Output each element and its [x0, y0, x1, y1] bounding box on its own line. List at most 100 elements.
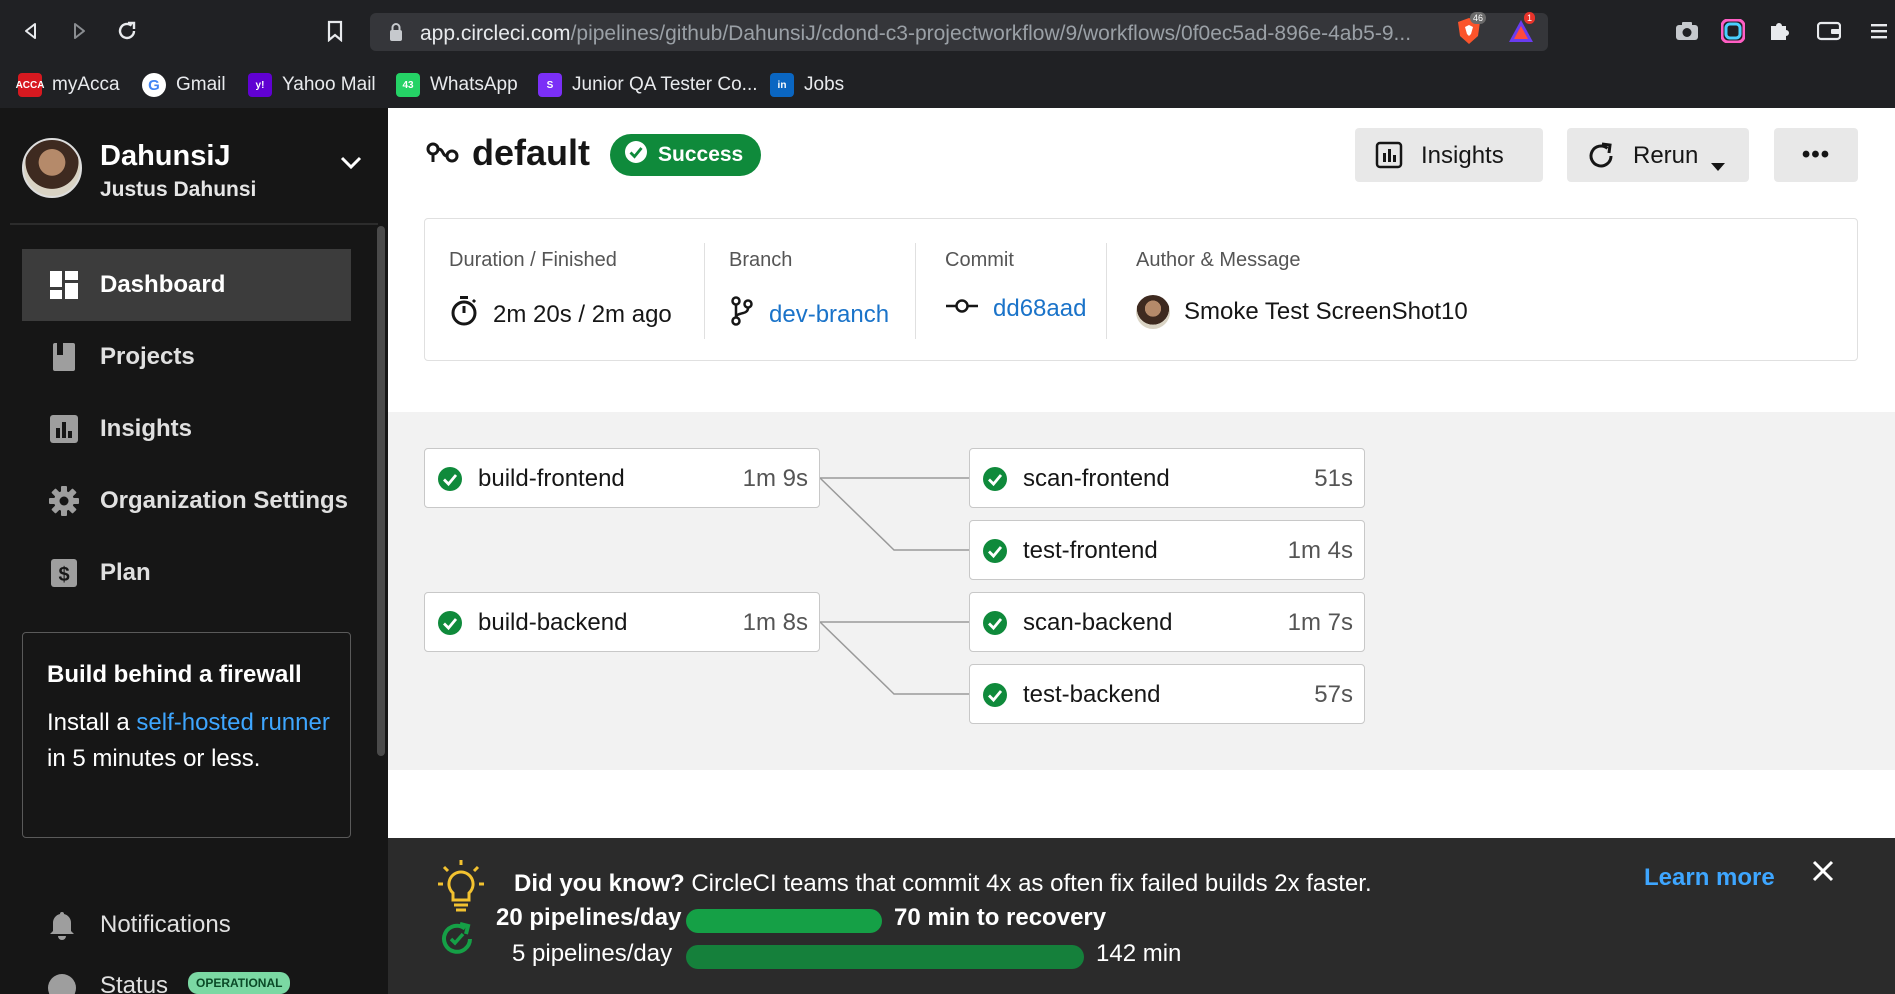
sidebar-item-label: Plan [100, 559, 151, 586]
author-avatar [1136, 295, 1170, 329]
job-scan-frontend[interactable]: scan-frontend 51s [969, 448, 1365, 508]
username: DahunsiJ [100, 140, 231, 172]
back-icon[interactable] [14, 14, 48, 48]
did-you-know-text: Did you know? CircleCI teams that commit… [514, 870, 1372, 898]
sidebar-divider [10, 223, 378, 225]
job-duration: 1m 7s [1287, 609, 1353, 636]
user-switcher[interactable]: DahunsiJ Justus Dahunsi [22, 134, 372, 204]
lock-icon [388, 22, 404, 42]
stat-row-low: 5 pipelines/day 142 min [388, 940, 1388, 974]
info-divider [1106, 243, 1107, 339]
insights-icon [1375, 141, 1403, 176]
stat-time: 70 min to recovery [894, 904, 1107, 931]
notifications-label: Notifications [100, 911, 231, 938]
self-hosted-runner-link[interactable]: self-hosted runner [136, 709, 329, 736]
color-picker-icon[interactable] [1718, 16, 1748, 46]
author-label: Author & Message [1136, 249, 1301, 271]
bookmark-icon[interactable] [318, 14, 352, 48]
job-duration: 1m 9s [742, 465, 808, 492]
job-duration: 1m 4s [1287, 537, 1353, 564]
bookmark-item[interactable]: G Gmail [142, 70, 226, 100]
projects-icon [48, 341, 80, 373]
duration-label: Duration / Finished [449, 249, 617, 271]
sidebar-item-label: Projects [100, 343, 195, 370]
page-title: default [472, 132, 591, 173]
job-scan-backend[interactable]: scan-backend 1m 7s [969, 592, 1365, 652]
job-duration: 1m 8s [742, 609, 808, 636]
bookmark-item[interactable]: in Jobs [770, 70, 844, 100]
sidebar-item-organization-settings[interactable]: Organization Settings [22, 465, 351, 537]
bookmark-label: Yahoo Mail [282, 74, 376, 95]
bookmark-item[interactable]: y! Yahoo Mail [248, 70, 376, 100]
sidebar-item-plan[interactable]: $ Plan [22, 537, 351, 609]
status-badge: OPERATIONAL [188, 972, 291, 994]
insights-button[interactable]: Insights [1355, 128, 1543, 182]
bookmark-item[interactable]: S Junior QA Tester Co... [538, 70, 758, 100]
menu-icon[interactable] [1862, 16, 1892, 46]
author-value: Smoke Test ScreenShot10 [1136, 295, 1468, 329]
stat-bar [686, 909, 882, 933]
reload-icon[interactable] [110, 14, 144, 48]
check-circle-icon [982, 538, 1008, 569]
job-name: build-frontend [478, 465, 625, 492]
firewall-text: Install a self-hosted runner in 5 minute… [47, 705, 337, 777]
user-fullname: Justus Dahunsi [100, 178, 257, 201]
stat-bar [686, 945, 1084, 969]
check-circle-icon [437, 610, 463, 641]
bell-icon [48, 910, 76, 947]
job-name: test-frontend [1023, 537, 1158, 564]
job-name: test-backend [1023, 681, 1161, 708]
chevron-down-icon[interactable] [340, 156, 362, 175]
forward-icon[interactable] [62, 14, 96, 48]
firewall-text-pre: Install a [47, 709, 137, 736]
branch-link[interactable]: dev-branch [769, 301, 889, 329]
bookmark-label: Gmail [176, 74, 226, 95]
status-badge: Success [610, 134, 762, 176]
info-divider [704, 243, 705, 339]
commit-link[interactable]: dd68aad [993, 295, 1086, 323]
bookmark-item[interactable]: 43 WhatsApp [396, 70, 518, 100]
job-build-backend[interactable]: build-backend 1m 8s [424, 592, 820, 652]
sidebar-item-projects[interactable]: Projects [22, 321, 351, 393]
job-name: scan-backend [1023, 609, 1173, 636]
check-circle-icon [982, 610, 1008, 641]
check-circle-icon [624, 140, 648, 170]
did-you-know-body: CircleCI teams that commit 4x as often f… [684, 870, 1372, 897]
rewards-icon[interactable]: 1 [1506, 12, 1536, 46]
sidebar-item-notifications[interactable]: Notifications [44, 900, 364, 950]
sidebar-item-status[interactable]: Status OPERATIONAL [44, 968, 364, 994]
job-build-frontend[interactable]: build-frontend 1m 9s [424, 448, 820, 508]
sidebar-item-dashboard[interactable]: Dashboard [22, 249, 351, 321]
rerun-button[interactable]: Rerun [1567, 128, 1749, 182]
job-duration: 51s [1314, 465, 1353, 492]
more-options-button[interactable]: ••• [1774, 128, 1858, 182]
extensions-icon[interactable] [1764, 16, 1794, 46]
close-icon[interactable] [1812, 860, 1834, 887]
address-bar[interactable]: app.circleci.com/pipelines/github/Dahuns… [370, 13, 1548, 51]
commit-message: Smoke Test ScreenShot10 [1184, 298, 1468, 325]
job-name: build-backend [478, 609, 628, 636]
sidebar-item-insights[interactable]: Insights [22, 393, 351, 465]
job-test-frontend[interactable]: test-frontend 1m 4s [969, 520, 1365, 580]
wallet-icon[interactable] [1814, 16, 1844, 46]
bookmark-item[interactable]: ACCA myAcca [16, 70, 120, 100]
rerun-icon [1585, 140, 1617, 179]
avatar [22, 138, 82, 198]
insights-label: Insights [1421, 142, 1504, 169]
dashboard-icon [48, 269, 80, 301]
job-test-backend[interactable]: test-backend 57s [969, 664, 1365, 724]
workflow-icon [426, 140, 460, 171]
learn-more-link[interactable]: Learn more [1644, 864, 1775, 892]
url-text: app.circleci.com/pipelines/github/Dahuns… [420, 22, 1411, 46]
brave-shield-icon[interactable]: 46 [1454, 12, 1487, 46]
camera-icon[interactable] [1672, 16, 1702, 46]
svg-text:$: $ [58, 564, 69, 586]
stat-label: 5 pipelines/day [512, 940, 673, 967]
branch-value: dev-branch [729, 295, 889, 334]
job-duration: 57s [1314, 681, 1353, 708]
sidebar-scrollbar[interactable] [377, 226, 385, 756]
whatsapp-icon: 43 [396, 73, 420, 97]
bookmarks-bar: ACCA myAcca G Gmail y! Yahoo Mail 43 WhatsApp S J… [0, 62, 1895, 108]
brave-badge: 46 [1470, 12, 1487, 24]
gear-icon [48, 485, 80, 517]
